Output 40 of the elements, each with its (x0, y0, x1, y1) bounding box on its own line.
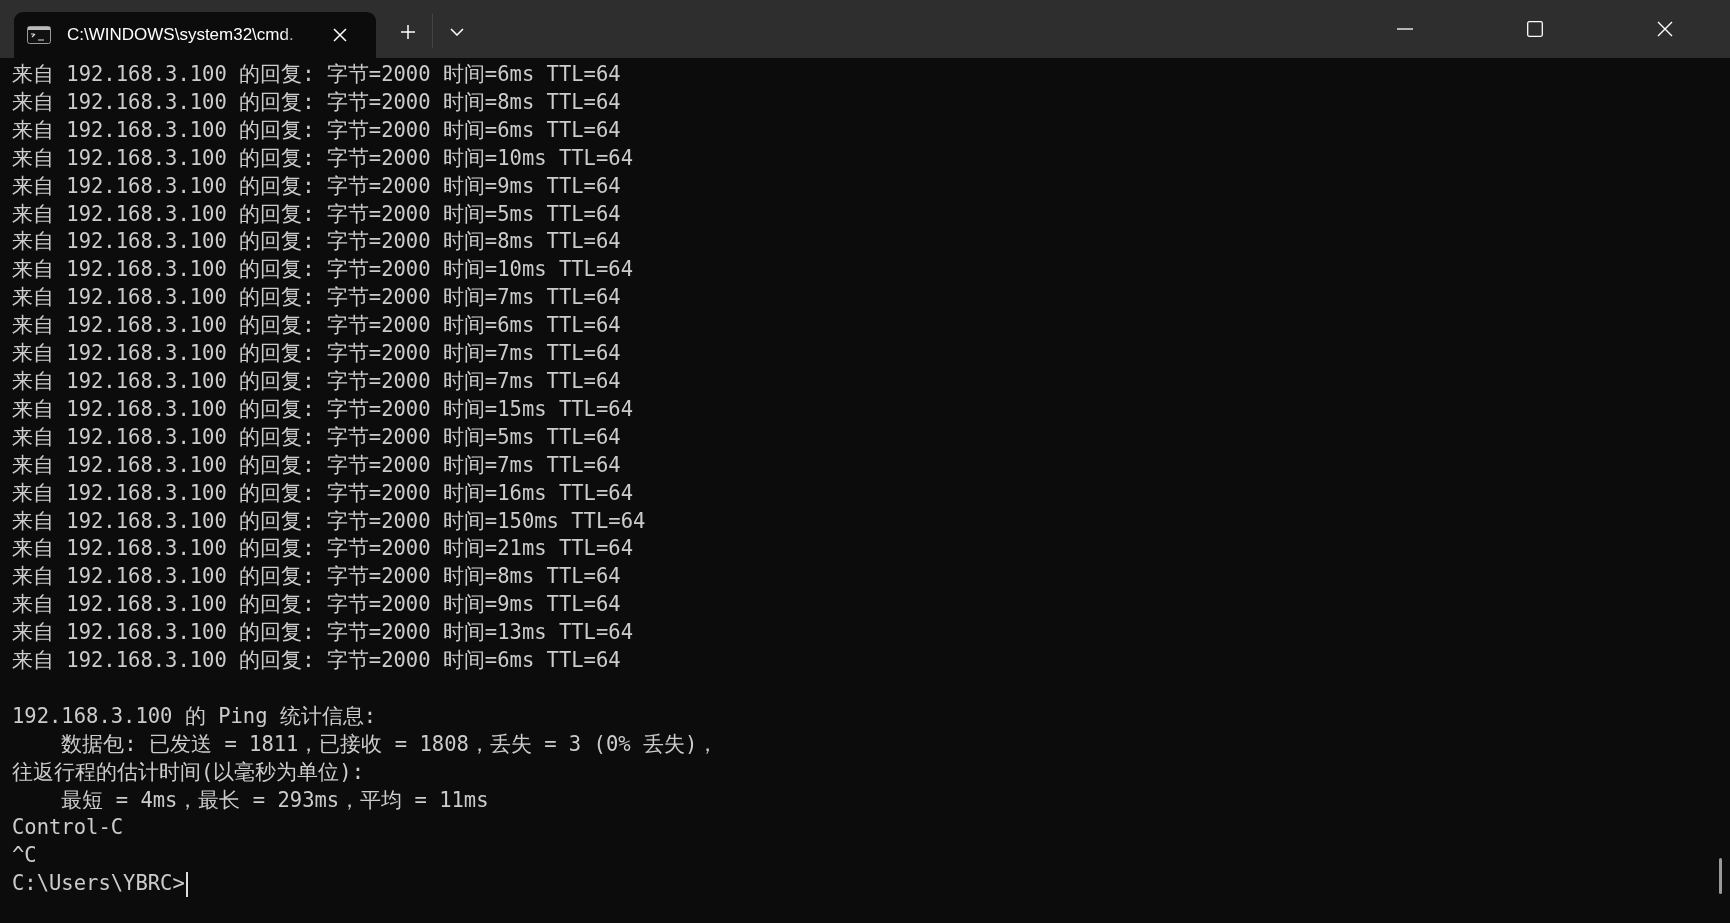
output-line: 来自 192.168.3.100 的回复: 字节=2000 时间=5ms TTL=64 (12, 423, 621, 451)
text-cursor (185, 871, 188, 897)
output-line: 来自 192.168.3.100 的回复: 字节=2000 时间=8ms TTL=64 (12, 563, 621, 591)
output-line: 来自 192.168.3.100 的回复: 字节=2000 时间=6ms TTL=64 (12, 312, 621, 340)
plus-icon (400, 24, 416, 40)
output-line: 来自 192.168.3.100 的回复: 字节=2000 时间=10ms TTL=64 (12, 256, 633, 284)
scrollbar-thumb[interactable] (1719, 858, 1722, 894)
minimize-icon (1397, 28, 1413, 30)
command-prompt: C:\Users\YBRC> (12, 870, 185, 898)
output-line: 往返行程的估计时间(以毫秒为单位): (12, 758, 365, 786)
output-line: 来自 192.168.3.100 的回复: 字节=2000 时间=150ms TTL=64 (12, 507, 646, 535)
tab-title: C:\WINDOWS\system32\cmd. (67, 25, 295, 45)
output-line: Control-C (12, 814, 124, 842)
output-line: 192.168.3.100 的 Ping 统计信息: (12, 702, 377, 730)
output-line: 来自 192.168.3.100 的回复: 字节=2000 时间=5ms TTL=64 (12, 200, 621, 228)
output-line: 来自 192.168.3.100 的回复: 字节=2000 时间=13ms TTL=64 (12, 619, 633, 647)
maximize-icon (1527, 21, 1543, 37)
close-icon (1657, 21, 1673, 37)
output-line: 来自 192.168.3.100 的回复: 字节=2000 时间=16ms TTL=64 (12, 479, 633, 507)
chevron-down-icon (450, 28, 464, 36)
output-line: 来自 192.168.3.100 的回复: 字节=2000 时间=7ms TTL=64 (12, 284, 621, 312)
output-line: 来自 192.168.3.100 的回复: 字节=2000 时间=6ms TTL=64 (12, 116, 621, 144)
output-line: 最短 = 4ms，最长 = 293ms，平均 = 11ms (60, 786, 489, 814)
terminal-icon (27, 26, 51, 44)
output-line: 来自 192.168.3.100 的回复: 字节=2000 时间=15ms TTL=64 (12, 395, 633, 423)
output-line: 来自 192.168.3.100 的回复: 字节=2000 时间=8ms TTL=64 (12, 88, 621, 116)
close-icon (333, 28, 347, 42)
output-line: 来自 192.168.3.100 的回复: 字节=2000 时间=7ms TTL=64 (12, 451, 621, 479)
output-line: 数据包: 已发送 = 1811，已接收 = 1808，丢失 = 3 (0% 丢失)， (60, 730, 719, 758)
terminal-tab[interactable]: C:\WINDOWS\system32\cmd. (14, 12, 376, 58)
output-line: 来自 192.168.3.100 的回复: 字节=2000 时间=21ms TTL=64 (12, 535, 633, 563)
output-line: 来自 192.168.3.100 的回复: 字节=2000 时间=8ms TTL=64 (12, 228, 621, 256)
output-line: 来自 192.168.3.100 的回复: 字节=2000 时间=7ms TTL=64 (12, 340, 621, 368)
output-line: 来自 192.168.3.100 的回复: 字节=2000 时间=7ms TTL=64 (12, 367, 621, 395)
output-line: 来自 192.168.3.100 的回复: 字节=2000 时间=6ms TTL=64 (12, 647, 621, 675)
output-line: 来自 192.168.3.100 的回复: 字节=2000 时间=9ms TTL=64 (12, 591, 621, 619)
output-line: ^C (12, 842, 37, 870)
output-line: 来自 192.168.3.100 的回复: 字节=2000 时间=9ms TTL=64 (12, 172, 621, 200)
output-line: 来自 192.168.3.100 的回复: 字节=2000 时间=10ms TTL=64 (12, 144, 633, 172)
output-line: 来自 192.168.3.100 的回复: 字节=2000 时间=6ms TTL=64 (12, 61, 621, 88)
